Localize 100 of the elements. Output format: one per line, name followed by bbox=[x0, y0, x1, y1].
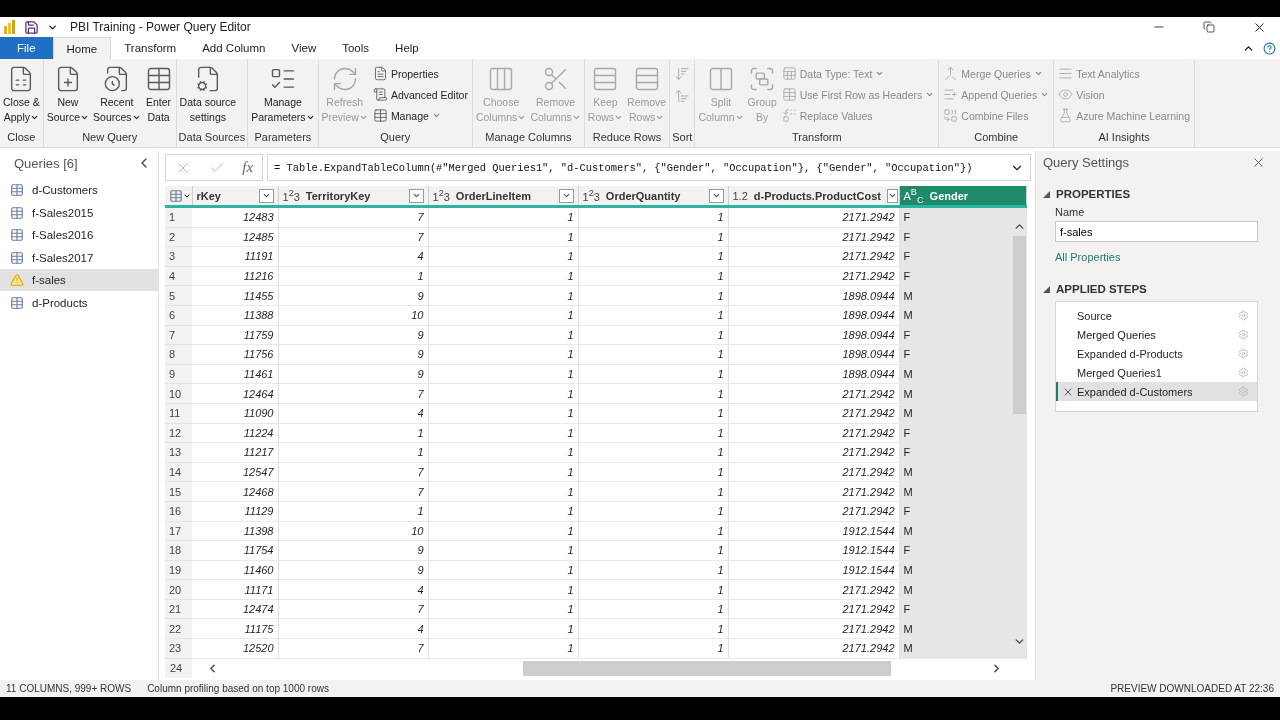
manage-parameters-button[interactable]: Manage Parameters bbox=[250, 63, 316, 131]
ribbon-group-label: Sort bbox=[672, 131, 693, 145]
settings-icon[interactable] bbox=[1238, 348, 1249, 359]
table-menu-button[interactable] bbox=[169, 188, 191, 203]
caret-icon bbox=[561, 191, 571, 200]
menu-tab[interactable]: File bbox=[0, 37, 53, 59]
type-label[interactable]: 1$^{2}$3 bbox=[432, 188, 450, 203]
table-icon bbox=[169, 188, 183, 203]
query-item[interactable]: f-Sales2017 bbox=[0, 246, 158, 269]
function-label[interactable]: fx bbox=[242, 159, 254, 176]
caret-icon bbox=[1033, 69, 1043, 78]
type-label[interactable]: 1.2 bbox=[732, 189, 748, 202]
applied-step[interactable]: Merged Queries1 bbox=[1056, 363, 1257, 382]
menu-tab[interactable]: Help bbox=[382, 37, 432, 59]
column-header[interactable]: 1$^{2}$3 OrderQuantity bbox=[578, 186, 728, 207]
table-cell: 12485 bbox=[192, 227, 278, 247]
query-item[interactable]: f-Sales2016 bbox=[0, 224, 158, 246]
table-icon bbox=[10, 183, 24, 197]
table-icon bbox=[10, 228, 24, 242]
list-plus-icon bbox=[943, 87, 959, 102]
advanced-editor-button[interactable]: Advanced Editor bbox=[370, 85, 470, 104]
caret-icon bbox=[411, 191, 421, 200]
settings-icon[interactable] bbox=[1238, 329, 1249, 340]
table-cell: 12474 bbox=[192, 599, 278, 619]
filter-button[interactable] bbox=[408, 188, 424, 203]
query-item[interactable]: d-Customers bbox=[0, 179, 158, 201]
all-properties-link[interactable]: All Properties bbox=[1043, 251, 1280, 263]
formula-field[interactable]: = Table.ExpandTableColumn(#"Merged Queries1", "d-Customers", {"Gender", "Occupation"}, {"Gender", "Occupation"}) bbox=[267, 154, 1031, 181]
flask-icon bbox=[1058, 108, 1074, 123]
lines-icon bbox=[1058, 66, 1074, 81]
table-cell: 12520 bbox=[192, 638, 278, 659]
name-field[interactable]: f-sales bbox=[1055, 221, 1258, 242]
table-icon bbox=[10, 250, 24, 265]
column-header[interactable]: rKey bbox=[192, 186, 278, 207]
query-item[interactable]: f-sales bbox=[0, 269, 158, 291]
close-icon[interactable] bbox=[1251, 155, 1266, 170]
row-number: 1 bbox=[165, 206, 192, 228]
filter-button[interactable] bbox=[258, 188, 274, 203]
type-label[interactable]: 1$^{2}$3 bbox=[582, 188, 600, 203]
save-icon[interactable] bbox=[24, 19, 39, 35]
table-cell: 11388 bbox=[192, 305, 278, 326]
column-header[interactable]: A$^{B}$$_{C}$ Gender bbox=[899, 186, 1026, 207]
menu-tab[interactable]: Add Column bbox=[189, 37, 279, 59]
table-cell: 11461 bbox=[192, 364, 278, 384]
query-item[interactable]: d-Products bbox=[0, 291, 158, 314]
applied-step[interactable]: Merged Queries bbox=[1056, 325, 1257, 344]
settings-icon[interactable] bbox=[1238, 310, 1249, 321]
column-header[interactable]: 1$^{2}$3 OrderLineItem bbox=[428, 186, 578, 207]
filter-button[interactable] bbox=[558, 188, 574, 203]
applied-step[interactable]: Expanded d-Customers bbox=[1056, 382, 1257, 401]
manage-button[interactable]: Manage bbox=[370, 106, 470, 125]
caret-icon bbox=[711, 191, 721, 200]
sort-ascending-icon bbox=[674, 66, 691, 82]
table-cell: 11129 bbox=[192, 501, 278, 521]
table-cell: 11216 bbox=[192, 266, 278, 286]
caret-icon bbox=[1040, 90, 1050, 99]
restore-icon bbox=[1203, 21, 1215, 33]
caret-icon bbox=[875, 69, 885, 78]
menu-tab[interactable]: View bbox=[278, 37, 330, 59]
close-apply-button[interactable]: Close & Apply bbox=[2, 63, 41, 131]
settings-icon[interactable] bbox=[1238, 367, 1249, 378]
caret-icon bbox=[887, 191, 897, 200]
properties-button[interactable]: Properties bbox=[370, 64, 470, 83]
collapse-triangle-icon[interactable] bbox=[1043, 285, 1050, 293]
enter-data-button[interactable]: Enter Data bbox=[143, 63, 174, 131]
collapse-triangle-icon[interactable] bbox=[1043, 190, 1050, 198]
column-header[interactable]: 1.2 d-Products.ProductCost bbox=[728, 186, 899, 207]
table-cell: 11756 bbox=[192, 344, 278, 365]
query-item[interactable]: f-Sales2015 bbox=[0, 201, 158, 224]
scroll-icon bbox=[372, 87, 388, 102]
caret-icon bbox=[925, 90, 935, 99]
table-icon bbox=[10, 295, 24, 310]
filter-button[interactable] bbox=[886, 188, 898, 203]
warning-icon bbox=[10, 273, 24, 287]
table-cell: 11217 bbox=[192, 442, 278, 463]
sheet-icon bbox=[781, 66, 797, 81]
table-cell: 11460 bbox=[192, 560, 278, 580]
status-text: PREVIEW DOWNLOADED AT 22:36 bbox=[1110, 683, 1274, 694]
ribbon-group-label: Transform bbox=[790, 131, 843, 145]
table-cell: 11175 bbox=[192, 618, 278, 639]
sort-descending-icon bbox=[674, 88, 691, 104]
merge-icon bbox=[943, 66, 959, 81]
applied-step[interactable]: Source bbox=[1056, 306, 1257, 325]
type-label[interactable]: 1$^{2}$3 bbox=[282, 188, 300, 203]
table-icon bbox=[372, 108, 388, 123]
menu-tab[interactable]: Transform bbox=[111, 37, 190, 59]
column-header[interactable]: 1$^{2}$3 TerritoryKey bbox=[278, 186, 428, 207]
status-text: 11 COLUMNS, 999+ ROWS bbox=[6, 683, 132, 694]
data-source-settings-button[interactable]: Data source settings bbox=[178, 63, 238, 131]
recent-sources-button[interactable]: Recent Sources bbox=[92, 63, 142, 131]
applied-step[interactable]: Expanded d-Products bbox=[1056, 344, 1257, 363]
ribbon-group-label: Reduce Rows bbox=[591, 131, 663, 145]
filter-button[interactable] bbox=[708, 188, 724, 203]
menu-tab[interactable]: Home bbox=[52, 37, 112, 59]
table-cell: 12483 bbox=[192, 206, 278, 228]
table-icon bbox=[781, 87, 797, 102]
table-cell: 12464 bbox=[192, 383, 278, 404]
ribbon-group-label: Query bbox=[379, 131, 412, 145]
menu-tab[interactable]: Tools bbox=[329, 37, 383, 59]
new-source-button[interactable]: New Source bbox=[45, 63, 91, 131]
